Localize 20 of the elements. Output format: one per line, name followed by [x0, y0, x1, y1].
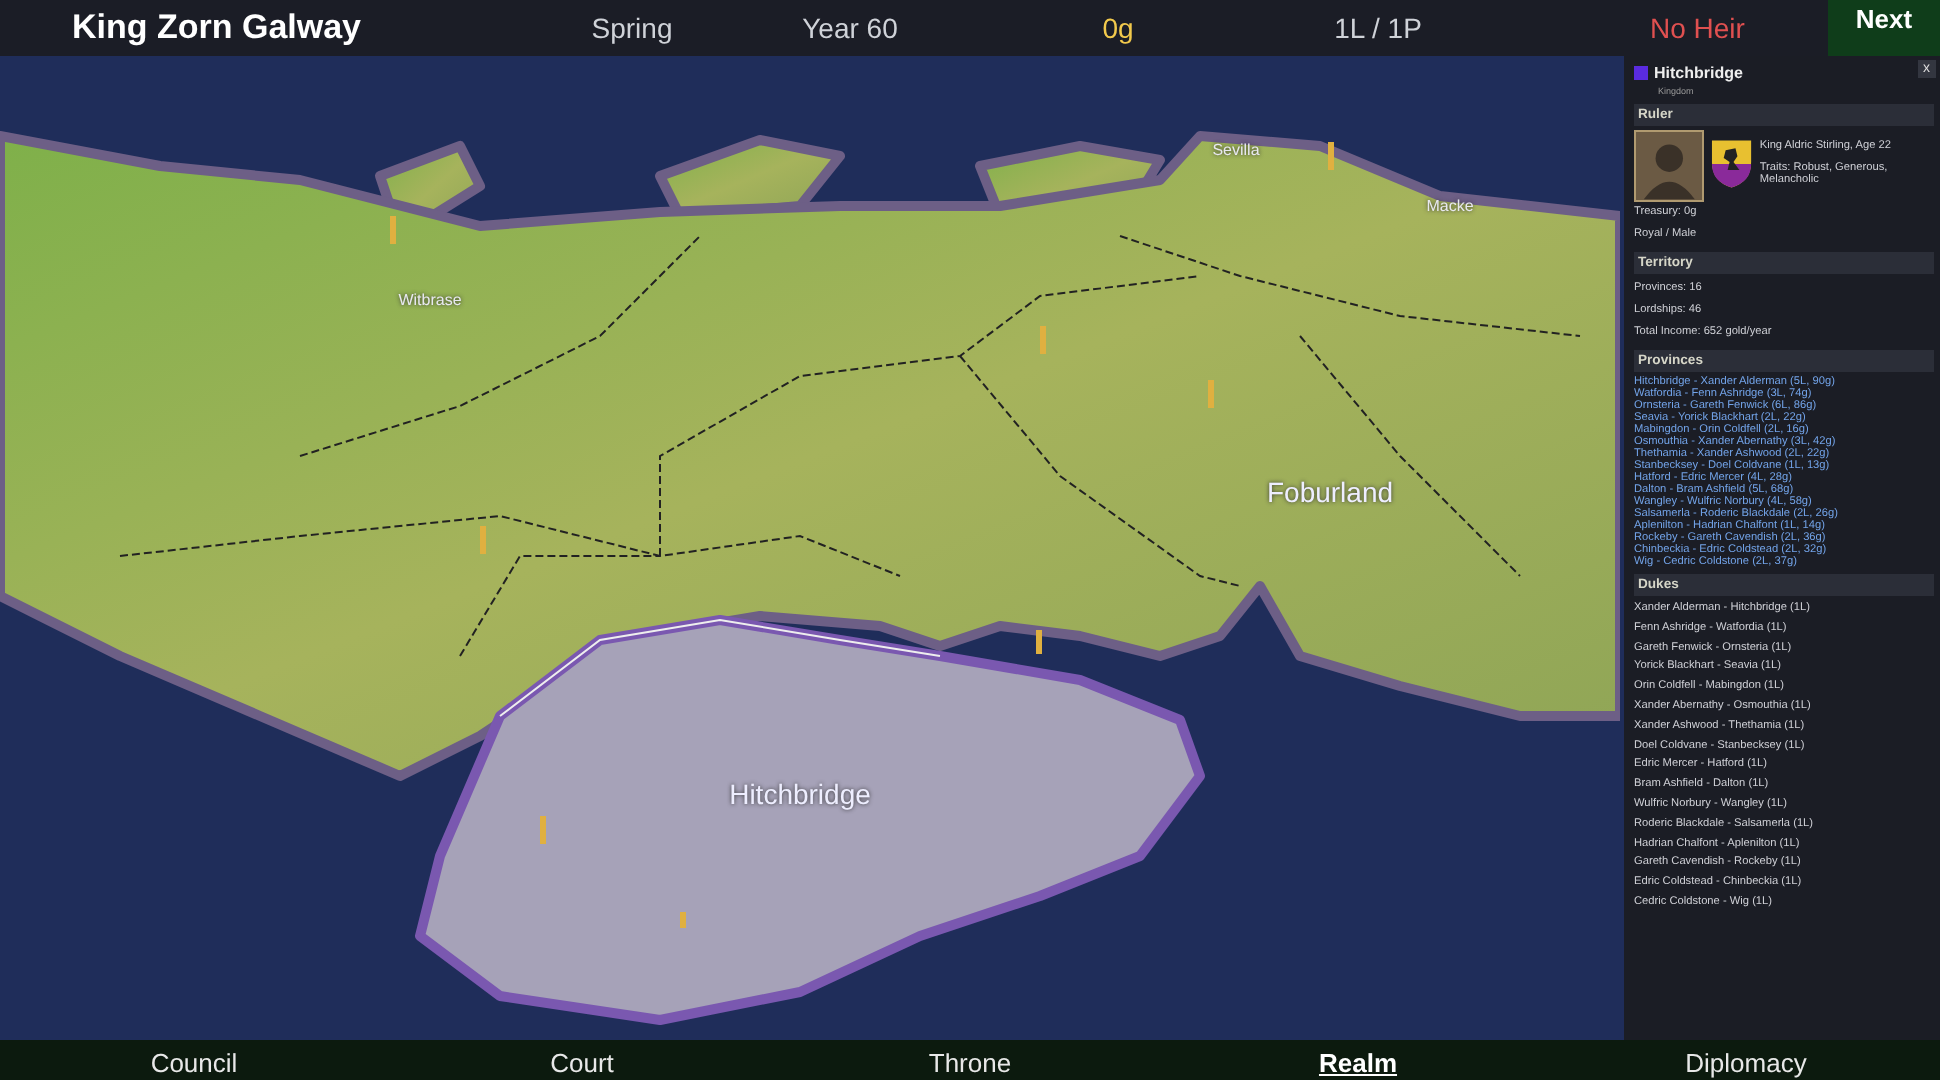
nav-tab[interactable]: Throne [776, 1040, 1164, 1080]
map-label: Hitchbridge [729, 778, 871, 810]
treasury-amount: 0g [1100, 12, 1136, 44]
coat-of-arms-shield-icon [1710, 138, 1754, 190]
heir-status: No Heir [1650, 12, 1747, 44]
year-label: Year 60 [800, 12, 900, 44]
map-label: Macke [1426, 197, 1474, 215]
season-label: Spring [589, 12, 675, 44]
nav-tab[interactable]: Council [0, 1040, 388, 1080]
nav-tab[interactable]: Court [388, 1040, 776, 1080]
map-label: Witbrase [398, 291, 462, 309]
ruler-name: King Zorn Galway [72, 8, 364, 48]
map-label: Sevilla [1212, 141, 1260, 159]
portrait-silhouette-icon [1634, 130, 1705, 202]
nav-tab[interactable]: Diplomacy [1552, 1040, 1940, 1080]
map-label: Foburland [1266, 476, 1394, 508]
nav-tab[interactable]: Realm [1164, 1040, 1552, 1080]
realm-title: Hitchbridge [1654, 64, 1743, 82]
next-season-button[interactable]: Next [1828, 0, 1940, 56]
holdings-count: 1L / 1P [1332, 12, 1424, 44]
